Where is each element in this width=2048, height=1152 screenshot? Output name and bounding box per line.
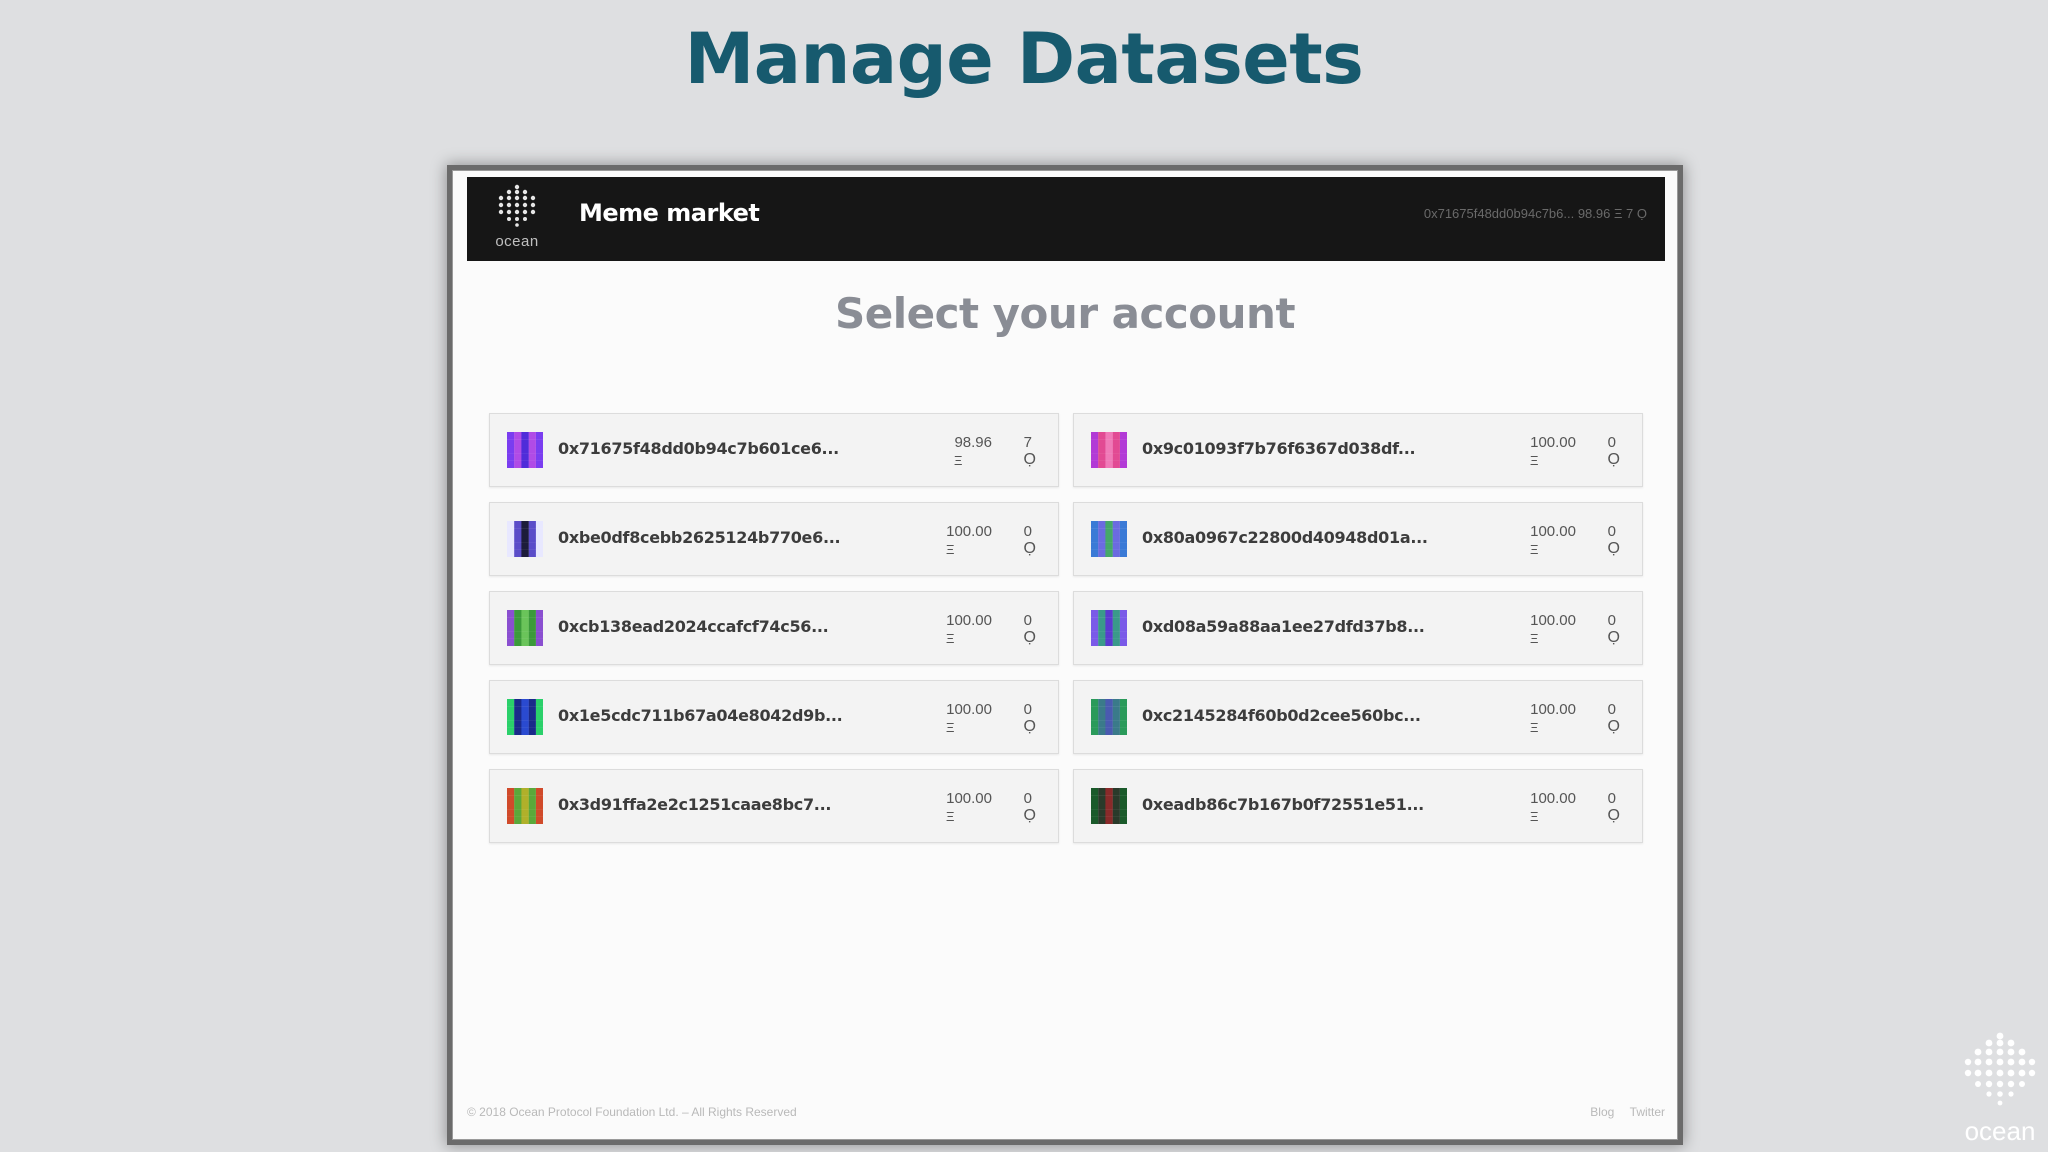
eth-icon: Ξ [1530,542,1539,557]
identicon-avatar [1091,610,1127,646]
eth-balance: 100.00 [1530,523,1576,540]
slide-title: Manage Datasets [684,18,1364,100]
ocean-dots-icon [498,184,536,227]
token-balance: 0 [1023,701,1032,718]
eth-icon: Ξ [946,809,955,824]
account-card[interactable]: 0x80a0967c22800d40948d01a... 100.00 Ξ 0 … [1073,502,1643,576]
account-card[interactable]: 0xd08a59a88aa1ee27dfd37b8... 100.00 Ξ 0 … [1073,591,1643,665]
token-balance: 0 [1607,790,1616,807]
ocean-token-icon: Ọ [1607,540,1620,557]
eth-balance: 100.00 [1530,701,1576,718]
ocean-token-icon: Ọ [1023,718,1036,735]
account-address: 0x71675f48dd0b94c7b601ce6... [558,439,839,458]
account-address: 0xc2145284f60b0d2cee560bc... [1142,706,1421,725]
eth-balance: 100.00 [946,701,992,718]
footer-copyright: © 2018 Ocean Protocol Foundation Ltd. – … [467,1105,797,1119]
eth-icon: Ξ [1530,720,1539,735]
eth-balance: 98.96 [954,434,992,451]
identicon-avatar [507,610,543,646]
eth-icon: Ξ [946,720,955,735]
ocean-token-icon: Ọ [1023,629,1036,646]
account-address: 0xeadb86c7b167b0f72551e51... [1142,795,1424,814]
eth-icon: Ξ [1530,809,1539,824]
eth-balance: 100.00 [946,523,992,540]
account-address: 0xd08a59a88aa1ee27dfd37b8... [1142,617,1425,636]
account-card[interactable]: 0xc2145284f60b0d2cee560bc... 100.00 Ξ 0 … [1073,680,1643,754]
token-balance: 7 [1023,434,1032,451]
app-screenshot-frame: ocean Meme market 0x71675f48dd0b94c7b6..… [452,170,1678,1140]
identicon-avatar [507,788,543,824]
token-balance: 0 [1607,701,1616,718]
account-address: 0x1e5cdc711b67a04e8042d9b... [558,706,843,725]
ocean-token-icon: Ọ [1023,451,1036,468]
app-header: ocean Meme market 0x71675f48dd0b94c7b6..… [467,177,1665,261]
ocean-dots-icon [1964,1032,2036,1106]
token-balance: 0 [1607,434,1616,451]
eth-balance: 100.00 [946,790,992,807]
token-balance: 0 [1607,523,1616,540]
identicon-avatar [1091,521,1127,557]
token-balance: 0 [1023,790,1032,807]
account-address: 0xbe0df8cebb2625124b770e6... [558,528,841,547]
account-card[interactable]: 0x9c01093f7b76f6367d038df... 100.00 Ξ 0 … [1073,413,1643,487]
account-card[interactable]: 0xcb138ead2024ccafcf74c56... 100.00 Ξ 0 … [489,591,1059,665]
footer-links: Blog Twitter [1578,1105,1665,1119]
eth-icon: Ξ [946,542,955,557]
account-list: 0x71675f48dd0b94c7b601ce6... 98.96 Ξ 7 Ọ… [489,413,1643,853]
ocean-token-icon: Ọ [1023,540,1036,557]
ocean-token-icon: Ọ [1607,807,1620,824]
account-address: 0xcb138ead2024ccafcf74c56... [558,617,829,636]
account-card[interactable]: 0x1e5cdc711b67a04e8042d9b... 100.00 Ξ 0 … [489,680,1059,754]
corner-logo-text: ocean [1964,1116,2036,1146]
eth-balance: 100.00 [1530,790,1576,807]
account-address: 0x80a0967c22800d40948d01a... [1142,528,1428,547]
corner-ocean-logo: ocean [1960,1030,2040,1148]
page-heading: Select your account [834,289,1296,338]
account-address: 0x3d91ffa2e2c1251caae8bc7... [558,795,832,814]
ocean-token-icon: Ọ [1607,629,1620,646]
token-balance: 0 [1023,523,1032,540]
token-balance: 0 [1607,612,1616,629]
app-name[interactable]: Meme market [579,199,760,227]
ocean-token-icon: Ọ [1607,451,1620,468]
header-account-info[interactable]: 0x71675f48dd0b94c7b6... 98.96 Ξ 7 Ọ [1424,206,1647,221]
account-card[interactable]: 0x3d91ffa2e2c1251caae8bc7... 100.00 Ξ 0 … [489,769,1059,843]
identicon-avatar [1091,788,1127,824]
eth-balance: 100.00 [1530,612,1576,629]
ocean-logo[interactable]: ocean [487,183,547,255]
logo-text: ocean [495,233,539,250]
account-card[interactable]: 0xbe0df8cebb2625124b770e6... 100.00 Ξ 0 … [489,502,1059,576]
eth-icon: Ξ [954,453,963,468]
eth-icon: Ξ [1530,453,1539,468]
eth-balance: 100.00 [1530,434,1576,451]
account-card[interactable]: 0x71675f48dd0b94c7b601ce6... 98.96 Ξ 7 Ọ [489,413,1059,487]
identicon-avatar [1091,432,1127,468]
footer-link-twitter[interactable]: Twitter [1630,1105,1665,1119]
identicon-avatar [507,521,543,557]
token-balance: 0 [1023,612,1032,629]
footer-link-blog[interactable]: Blog [1590,1105,1614,1119]
ocean-token-icon: Ọ [1023,807,1036,824]
identicon-avatar [507,432,543,468]
ocean-token-icon: Ọ [1607,718,1620,735]
account-address: 0x9c01093f7b76f6367d038df... [1142,439,1416,458]
eth-balance: 100.00 [946,612,992,629]
identicon-avatar [507,699,543,735]
eth-icon: Ξ [946,631,955,646]
account-card[interactable]: 0xeadb86c7b167b0f72551e51... 100.00 Ξ 0 … [1073,769,1643,843]
identicon-avatar [1091,699,1127,735]
eth-icon: Ξ [1530,631,1539,646]
